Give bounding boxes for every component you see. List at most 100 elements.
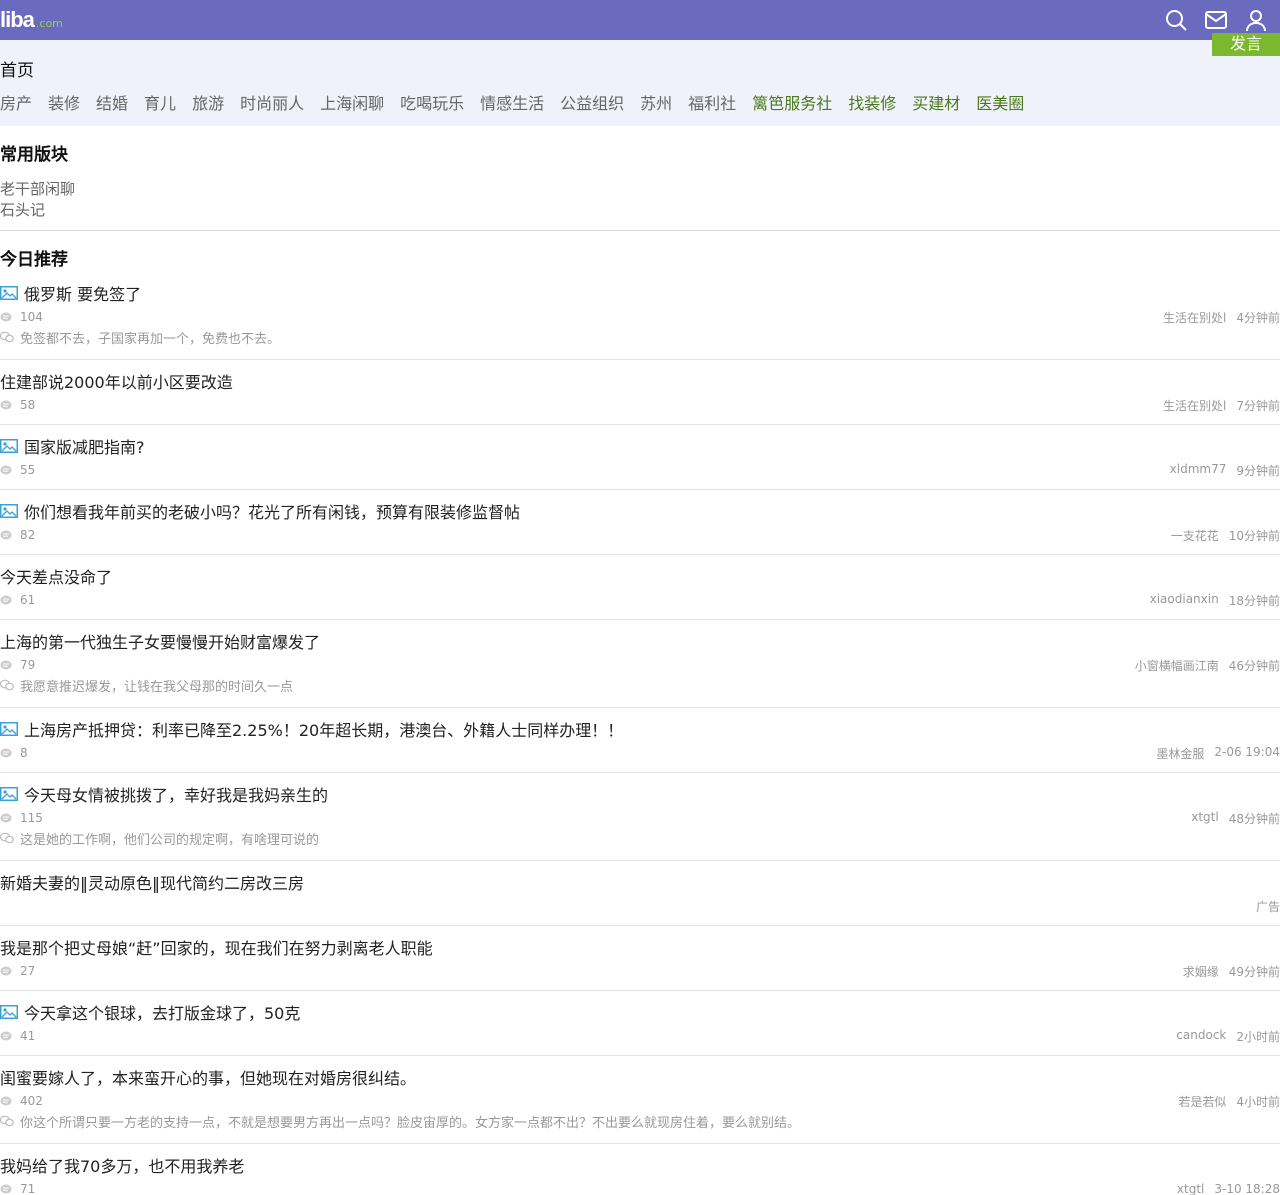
nav-link[interactable]: 情感生活 [480, 90, 544, 114]
post-title[interactable]: 住建部说2000年以前小区要改造 [0, 369, 233, 393]
post-meta-right: 广告 [1256, 898, 1280, 915]
post-item[interactable]: 今天拿这个银球，去打版金球了，50克 41 candock 2小时前 [0, 991, 1280, 1056]
post-item[interactable]: 上海的第一代独生子女要慢慢开始财富爆发了 79 小窗横幅画江南 46分钟前 我愿意推迟爆… [0, 620, 1280, 708]
post-title-row[interactable]: 今天母女情被挑拨了，幸好我是我妈亲生的 [0, 783, 1280, 805]
logo-domain: .com [35, 17, 63, 30]
nav-link[interactable]: 苏州 [640, 90, 672, 114]
post-item[interactable]: 今天母女情被挑拨了，幸好我是我妈亲生的 115 xtgtl 48分钟前 这是她的工作啊，… [0, 773, 1280, 861]
post-item[interactable]: 上海房产抵押贷：利率已降至2.25%！20年超长期，港澳台、外籍人士同样办理！！… [0, 708, 1280, 773]
post-item[interactable]: 国家版减肥指南? 55 xldmm77 9分钟前 [0, 425, 1280, 490]
latest-reply: 我愿意推迟爆发，让钱在我父母那的时间久一点 [0, 674, 1280, 696]
nav-link[interactable]: 装修 [48, 90, 80, 114]
nav-link[interactable]: 公益组织 [560, 90, 624, 114]
post-author[interactable]: 一支花花 [1171, 527, 1219, 544]
post-title[interactable]: 俄罗斯 要免签了 [24, 281, 141, 305]
post-author[interactable]: 生活在别处l [1163, 309, 1226, 326]
post-meta-right: 生活在别处l 4分钟前 [1163, 309, 1280, 326]
post-item[interactable]: 新婚夫妻的‖灵动原色‖现代简约二房改三房广告 [0, 861, 1280, 926]
nav-link[interactable]: 找装修 [848, 90, 896, 114]
site-logo[interactable]: liba .com [0, 8, 63, 32]
nav-link[interactable]: 时尚丽人 [240, 90, 304, 114]
nav-link[interactable]: 福利社 [688, 90, 736, 114]
post-title[interactable]: 上海房产抵押贷：利率已降至2.25%！20年超长期，港澳台、外籍人士同样办理！！ [24, 717, 623, 741]
reply-count: 58 [20, 398, 36, 412]
post-meta-right: xtgtl 3-10 18:28 [1177, 1182, 1280, 1195]
post-time: 2小时前 [1236, 1029, 1280, 1044]
post-item[interactable]: 今天差点没命了 61 xiaodianxin 18分钟前 [0, 555, 1280, 620]
post-title[interactable]: 你们想看我年前买的老破小吗？花光了所有闲钱，预算有限装修监督帖 [24, 499, 520, 523]
post-title[interactable]: 国家版减肥指南? [24, 434, 145, 458]
nav-link[interactable]: 上海闲聊 [320, 90, 384, 114]
latest-reply: 免签都不去，子国家再加一个，免费也不去。 [0, 326, 1280, 348]
post-author[interactable]: candock [1176, 1028, 1226, 1045]
post-author[interactable]: 小窗横幅画江南 [1135, 657, 1219, 674]
nav-link[interactable]: 结婚 [96, 90, 128, 114]
post-title[interactable]: 今天拿这个银球，去打版金球了，50克 [24, 1000, 300, 1024]
post-time: 49分钟前 [1228, 964, 1280, 979]
post-title-row[interactable]: 上海房产抵押贷：利率已降至2.25%！20年超长期，港澳台、外籍人士同样办理！！ [0, 718, 1280, 740]
post-author[interactable]: 求姻缘 [1183, 963, 1219, 980]
nav-link[interactable]: 篱笆服务社 [752, 90, 832, 114]
post-meta-right: 小窗横幅画江南 46分钟前 [1135, 657, 1280, 674]
post-item[interactable]: 你们想看我年前买的老破小吗？花光了所有闲钱，预算有限装修监督帖 82 一支花花 10分… [0, 490, 1280, 555]
post-author[interactable]: 生活在别处l [1163, 397, 1226, 414]
post-button[interactable]: 发言 [1212, 33, 1280, 56]
reply-count: 71 [20, 1182, 36, 1195]
post-title-row[interactable]: 今天拿这个银球，去打版金球了，50克 [0, 1001, 1280, 1023]
post-title[interactable]: 我妈给了我70多万，也不用我养老 [0, 1153, 244, 1177]
reply-icon [0, 679, 14, 691]
comment-icon [0, 1096, 12, 1106]
post-author[interactable]: 墨林金服 [1156, 745, 1204, 762]
comment-icon [0, 748, 12, 758]
post-title-row[interactable]: 新婚夫妻的‖灵动原色‖现代简约二房改三房 [0, 871, 1280, 893]
reply-count: 61 [20, 593, 36, 607]
post-title-row[interactable]: 上海的第一代独生子女要慢慢开始财富爆发了 [0, 630, 1280, 652]
post-title-row[interactable]: 你们想看我年前买的老破小吗？花光了所有闲钱，预算有限装修监督帖 [0, 500, 1280, 522]
post-author[interactable]: xtgtl [1177, 1182, 1204, 1195]
nav-link[interactable]: 房产 [0, 90, 32, 114]
post-title[interactable]: 上海的第一代独生子女要慢慢开始财富爆发了 [0, 629, 320, 653]
post-author[interactable]: xiaodianxin [1150, 592, 1219, 609]
post-title[interactable]: 新婚夫妻的‖灵动原色‖现代简约二房改三房 [0, 870, 304, 894]
frequent-item[interactable]: 老干部闲聊 [0, 179, 1280, 200]
comment-icon [0, 312, 12, 322]
post-title-row[interactable]: 我是那个把丈母娘“赶”回家的，现在我们在努力剥离老人职能 [0, 936, 1280, 958]
post-title-row[interactable]: 今天差点没命了 [0, 565, 1280, 587]
post-author[interactable]: xtgtl [1191, 810, 1218, 827]
post-item[interactable]: 俄罗斯 要免签了 104 生活在别处l 4分钟前 免签都不去，子国家再加一个，免费也不去… [0, 272, 1280, 360]
post-meta-right: 墨林金服 2-06 19:04 [1156, 745, 1280, 762]
mail-icon[interactable] [1204, 8, 1228, 32]
search-icon[interactable] [1164, 8, 1188, 32]
post-item[interactable]: 闺蜜要嫁人了，本来蛮开心的事，但她现在对婚房很纠结。 402 若是若似 4小时前 你这个… [0, 1056, 1280, 1144]
user-icon[interactable] [1244, 8, 1268, 32]
nav-link[interactable]: 医美圈 [976, 90, 1024, 114]
post-title-row[interactable]: 闺蜜要嫁人了，本来蛮开心的事，但她现在对婚房很纠结。 [0, 1066, 1280, 1088]
nav-link[interactable]: 买建材 [912, 90, 960, 114]
post-title-row[interactable]: 国家版减肥指南? [0, 435, 1280, 457]
nav-link[interactable]: 吃喝玩乐 [400, 90, 464, 114]
today-title: 今日推荐 [0, 250, 68, 270]
image-icon [0, 504, 18, 518]
post-title-row[interactable]: 我妈给了我70多万，也不用我养老 [0, 1154, 1280, 1176]
post-title-row[interactable]: 俄罗斯 要免签了 [0, 282, 1280, 304]
post-title[interactable]: 今天母女情被挑拨了，幸好我是我妈亲生的 [24, 782, 328, 806]
post-title[interactable]: 今天差点没命了 [0, 564, 112, 588]
post-meta: 71 xtgtl 3-10 18:28 [0, 1176, 1280, 1195]
post-author[interactable]: 若是若似 [1178, 1093, 1226, 1110]
home-link[interactable]: 首页 [0, 56, 34, 81]
post-title-row[interactable]: 住建部说2000年以前小区要改造 [0, 370, 1280, 392]
post-author[interactable]: xldmm77 [1170, 462, 1227, 479]
reply-count: 27 [20, 964, 36, 978]
reply-count: 55 [20, 463, 36, 477]
comment-icon [0, 660, 12, 670]
post-title[interactable]: 我是那个把丈母娘“赶”回家的，现在我们在努力剥离老人职能 [0, 935, 433, 959]
latest-reply: 你这个所谓只要一方老的支持一点，不就是想要男方再出一点吗？脸皮宙厚的。女方家一点… [0, 1110, 1280, 1132]
post-title[interactable]: 闺蜜要嫁人了，本来蛮开心的事，但她现在对婚房很纠结。 [0, 1065, 416, 1089]
post-item[interactable]: 我是那个把丈母娘“赶”回家的，现在我们在努力剥离老人职能 27 求姻缘 49分钟前 [0, 926, 1280, 991]
nav-link[interactable]: 育儿 [144, 90, 176, 114]
post-item[interactable]: 我妈给了我70多万，也不用我养老 71 xtgtl 3-10 18:28 [0, 1144, 1280, 1195]
post-item[interactable]: 住建部说2000年以前小区要改造 58 生活在别处l 7分钟前 [0, 360, 1280, 425]
frequent-item[interactable]: 石头记 [0, 200, 1280, 221]
latest-reply: 这是她的工作啊，他们公司的规定啊，有啥理可说的 [0, 827, 1280, 849]
nav-link[interactable]: 旅游 [192, 90, 224, 114]
